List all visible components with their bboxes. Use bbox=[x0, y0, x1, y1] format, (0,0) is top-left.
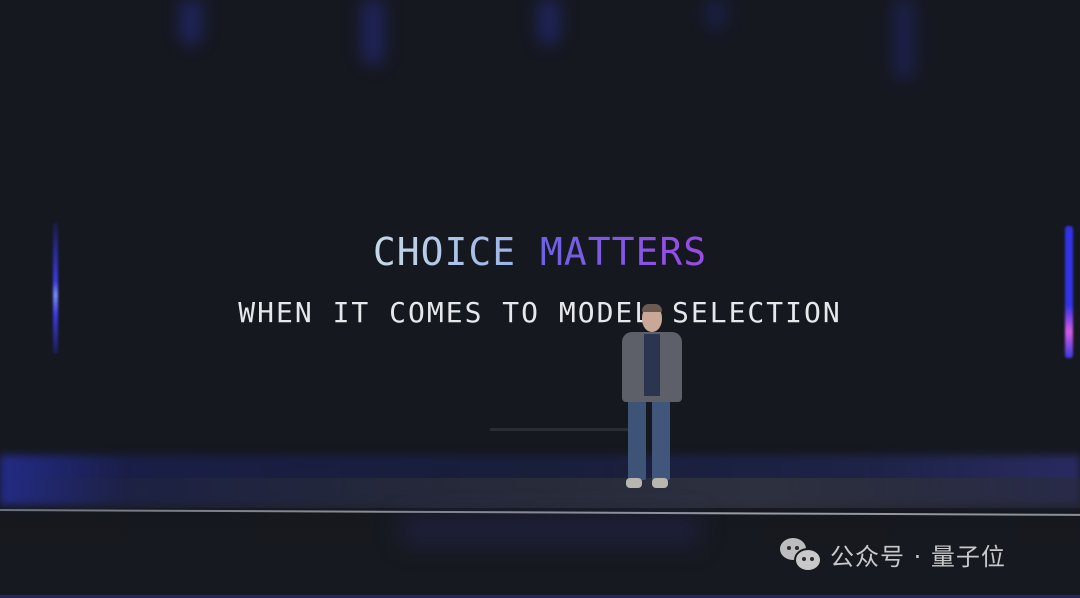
presenter-shoe bbox=[652, 478, 668, 488]
stage-back-rail bbox=[490, 428, 630, 431]
ceiling-light-beam bbox=[893, 0, 915, 80]
ceiling-light-beam bbox=[538, 0, 560, 45]
presenter-shirt bbox=[644, 334, 660, 396]
headline-word-choice: CHOICE bbox=[372, 230, 517, 274]
keynote-stage: CHOICE MATTERS WHEN IT COMES TO MODEL SE… bbox=[0, 0, 1080, 598]
slide-subline: WHEN IT COMES TO MODEL SELECTION bbox=[238, 296, 842, 329]
watermark-text: 公众号 · 量子位 bbox=[830, 542, 1006, 571]
presenter-leg bbox=[652, 398, 670, 480]
watermark: 公众号 · 量子位 bbox=[780, 536, 1006, 572]
wechat-icon bbox=[780, 538, 822, 572]
presenter-shoe bbox=[626, 478, 642, 488]
ceiling-light-beam bbox=[180, 0, 202, 45]
presenter-hair bbox=[642, 304, 662, 312]
stage-front-glow bbox=[400, 515, 700, 545]
stage-floor bbox=[0, 478, 1080, 508]
ceiling-light-beam bbox=[362, 0, 384, 65]
ceiling-light-beam bbox=[705, 0, 727, 30]
presenter bbox=[618, 304, 688, 496]
headline-word-matters: MATTERS bbox=[540, 230, 708, 274]
presenter-leg bbox=[628, 398, 646, 480]
slide-headline: CHOICE MATTERS bbox=[0, 230, 1080, 274]
